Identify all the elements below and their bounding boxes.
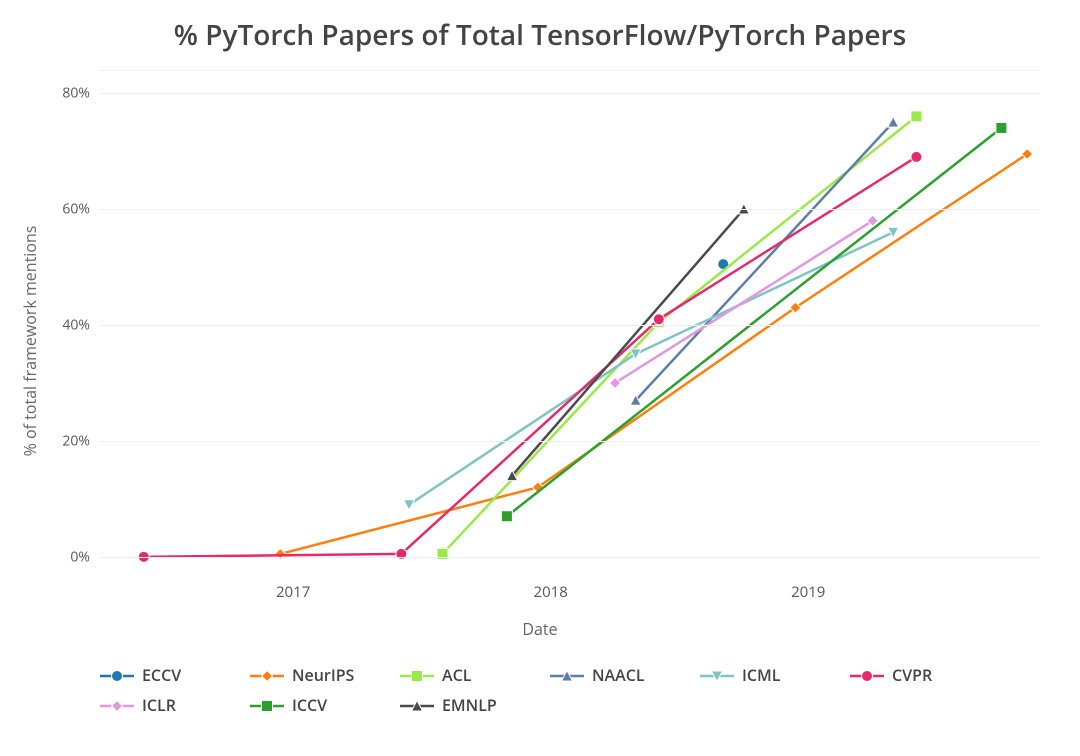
legend-marker-icon [250,697,284,713]
gridline-h [100,441,1040,442]
series-line [443,116,917,554]
series-emnlp[interactable] [507,204,750,481]
legend-marker-icon [400,667,434,683]
chart-legend: ECCV NeurIPS ACL NAACL ICML CVPR ICLR IC… [100,660,1040,720]
y-tick-label: 20% [0,431,90,450]
series-line [280,154,1027,554]
legend-item-acl[interactable]: ACL [400,660,550,690]
legend-item-naacl[interactable]: NAACL [550,660,700,690]
series-acl[interactable] [437,111,922,560]
series-line [615,221,873,383]
legend-marker-icon [400,697,434,713]
legend-label: ICLR [142,694,176,716]
gridline-h [100,209,1040,210]
series-line [507,128,1001,516]
gridline-h [100,93,1040,94]
legend-marker-icon [250,667,284,683]
data-point[interactable] [996,122,1007,133]
chart-root: % PyTorch Papers of Total TensorFlow/PyT… [0,0,1080,756]
gridline-h [100,557,1040,558]
x-tick-label: 2018 [534,582,568,602]
data-point[interactable] [653,314,664,325]
x-axis-label: Date [0,618,1080,640]
legend-item-iccv[interactable]: ICCV [250,690,400,720]
legend-label: ICML [742,664,780,686]
legend-label: ECCV [142,664,181,686]
x-tick-label: 2019 [791,582,825,602]
chart-title: % PyTorch Papers of Total TensorFlow/PyT… [0,16,1080,54]
x-tick-label: 2017 [276,582,310,602]
legend-marker-icon [850,667,884,683]
data-point[interactable] [404,500,415,510]
y-tick-label: 60% [0,200,90,219]
legend-label: NeurIPS [292,664,354,686]
series-line [512,209,744,476]
legend-label: ICCV [292,694,327,716]
data-point[interactable] [888,117,899,127]
legend-item-icml[interactable]: ICML [700,660,850,690]
y-tick-label: 0% [0,547,90,566]
legend-item-iclr[interactable]: ICLR [100,690,250,720]
data-point[interactable] [911,151,922,162]
legend-item-eccv[interactable]: ECCV [100,660,250,690]
legend-marker-icon [100,697,134,713]
series-icml[interactable] [404,227,899,510]
legend-label: EMNLP [442,694,497,716]
legend-marker-icon [550,667,584,683]
series-line [409,232,893,504]
legend-label: NAACL [592,664,645,686]
data-point[interactable] [501,511,512,522]
series-iccv[interactable] [501,122,1006,521]
legend-item-neurips[interactable]: NeurIPS [250,660,400,690]
y-tick-label: 80% [0,84,90,103]
series-naacl[interactable] [630,117,899,406]
y-tick-label: 40% [0,316,90,335]
legend-marker-icon [700,667,734,683]
data-point[interactable] [911,111,922,122]
series-cvpr[interactable] [138,151,922,562]
gridline-h [100,325,1040,326]
legend-label: CVPR [892,664,932,686]
plot-area [100,70,1040,580]
legend-item-emnlp[interactable]: EMNLP [400,690,550,720]
series-line [636,122,894,400]
data-point[interactable] [888,227,899,237]
series-neurips[interactable] [275,149,1033,560]
series-iclr[interactable] [610,215,879,388]
legend-marker-icon [100,667,134,683]
legend-item-cvpr[interactable]: CVPR [850,660,1000,690]
legend-label: ACL [442,664,471,686]
x-ticks: 2017 2018 2019 [100,582,1040,606]
